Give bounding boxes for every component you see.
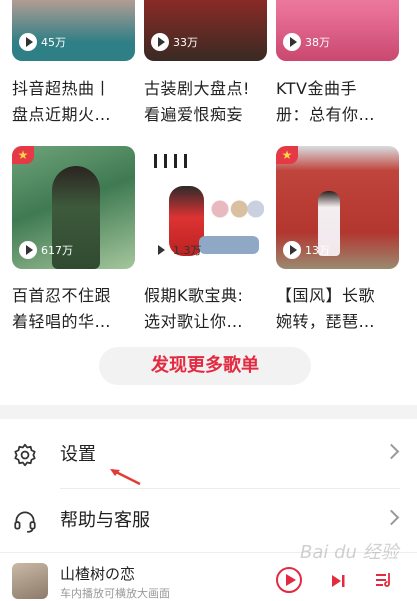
play-icon	[19, 241, 37, 259]
play-count: 1.3万	[151, 241, 202, 259]
gear-icon	[14, 443, 36, 467]
playlist-cover[interactable]: 45万	[12, 0, 135, 61]
chevron-right-icon	[383, 509, 400, 526]
star-badge-icon: ★	[276, 146, 298, 164]
play-count: 617万	[19, 241, 73, 259]
now-playing-subtitle: 车内播放可横放大画面	[60, 587, 170, 600]
play-icon	[151, 33, 169, 51]
play-count: 33万	[151, 33, 198, 51]
playlist-icon[interactable]	[375, 571, 393, 589]
chevron-right-icon	[383, 443, 400, 460]
playlist-grid: 45万 抖音超热曲丨 盘点近期火… 33万 古装剧大盘点! 看遍爱恨痴妄 38万…	[0, 0, 417, 405]
annotation-arrow	[110, 468, 141, 486]
headset-icon	[14, 511, 36, 533]
playlist-title-line1: 【国风】长歌	[276, 286, 376, 305]
menu-item-settings[interactable]: 设置	[0, 424, 417, 484]
playlist-cover[interactable]: ★ 13万	[276, 146, 399, 269]
playlist-title-line1: 假期K歌宝典:	[144, 286, 244, 305]
next-track-icon[interactable]	[330, 573, 346, 589]
playlist-cover[interactable]: 33万	[144, 0, 267, 61]
playlist-title-line1: 百首忍不住跟	[12, 286, 112, 305]
playlist-cover[interactable]: 38万	[276, 0, 399, 61]
discover-more-playlists-button[interactable]: 发现更多歌单	[99, 347, 311, 385]
play-circle-icon[interactable]	[276, 567, 302, 593]
play-count: 45万	[19, 33, 66, 51]
now-playing-title: 山楂树の恋	[60, 565, 136, 583]
play-count: 38万	[283, 33, 330, 51]
play-count: 13万	[283, 241, 330, 259]
playlist-cover[interactable]: 1.3万	[144, 146, 267, 269]
section-separator	[0, 405, 417, 419]
settings-label: 设置	[60, 444, 96, 465]
now-playing-cover[interactable]	[12, 563, 48, 599]
play-icon	[283, 241, 301, 259]
playlist-title-line2: 看遍爱恨痴妄	[144, 105, 244, 124]
play-icon	[283, 33, 301, 51]
playlist-title-line1: KTV金曲手	[276, 79, 357, 98]
menu-divider	[60, 488, 400, 489]
playlist-title-line2: 着轻唱的华…	[12, 312, 112, 331]
play-icon	[19, 33, 37, 51]
star-badge-icon: ★	[12, 146, 34, 164]
playlist-cover[interactable]: ★ 617万	[12, 146, 135, 269]
playlist-title-line2: 盘点近期火…	[12, 105, 112, 124]
help-support-label: 帮助与客服	[60, 510, 150, 531]
playlist-title-line2: 婉转，琵琶…	[276, 312, 376, 331]
playlist-title-line1: 古装剧大盘点!	[144, 79, 250, 98]
playlist-title-line1: 抖音超热曲丨	[12, 79, 112, 98]
playlist-title-line2: 册：总有你…	[276, 105, 376, 124]
playlist-title-line2: 选对歌让你…	[144, 312, 244, 331]
watermark: Bai du 经验	[300, 542, 399, 563]
play-icon	[151, 241, 169, 259]
